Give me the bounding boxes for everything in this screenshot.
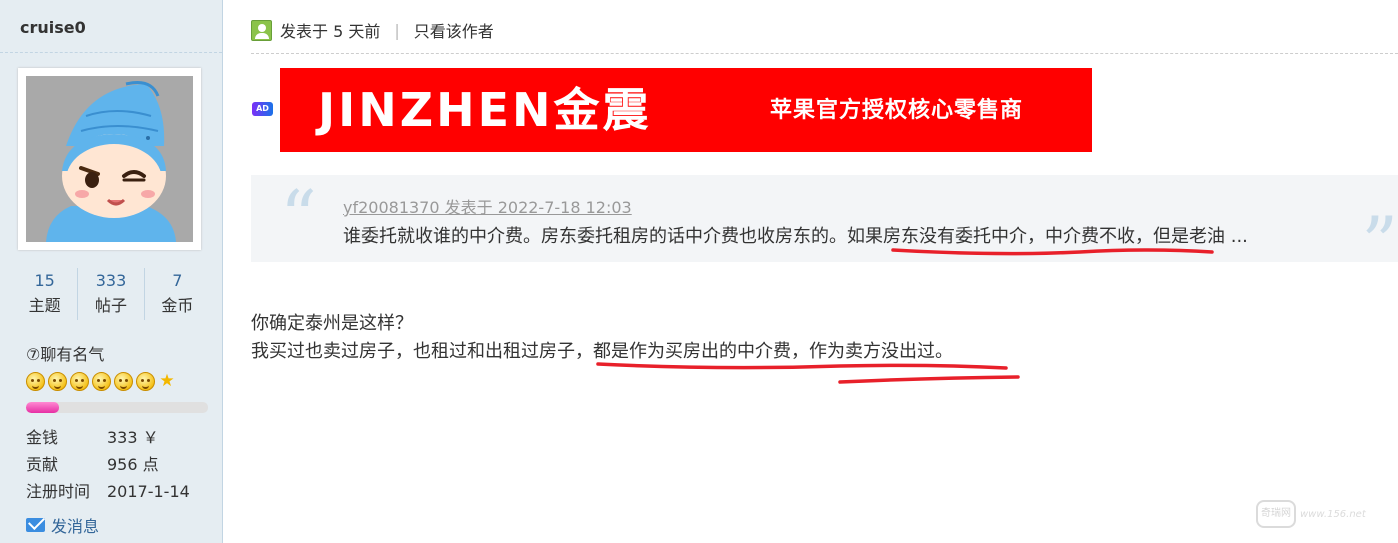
site-watermark: 奇瑞网 www.156.net (1256, 500, 1366, 528)
watermark-logo: 奇瑞网 (1256, 500, 1296, 528)
watermark-text: www.156.net (1300, 508, 1366, 520)
send-message-label: 发消息 (51, 517, 100, 536)
level-face-icon (70, 372, 89, 391)
stat-threads-label: 主题 (28, 296, 61, 315)
author-stats: 15 主题 333 帖子 7 金币 (12, 268, 210, 320)
stat-coins-value: 7 (172, 271, 183, 290)
info-row-contribution: 贡献 956 点 (26, 451, 190, 478)
sidebar-divider (0, 52, 222, 53)
ad-tagline: 苹果官方授权核心零售商 (770, 98, 1024, 123)
rank-prefix: ⑦ (26, 345, 41, 364)
level-progress-fill (26, 402, 59, 413)
ad-tag: AD (252, 102, 273, 116)
level-star-icon: ★ (159, 371, 175, 391)
stat-posts-label: 帖子 (94, 296, 127, 315)
user-rank[interactable]: ⑦聊有名气 (26, 341, 104, 365)
only-author-link[interactable]: 只看该作者 (414, 18, 494, 42)
author-info: 金钱 333 ￥ 贡献 956 点 注册时间 2017-1-14 (26, 424, 190, 505)
send-message-button[interactable]: 发消息 (26, 513, 99, 537)
info-key: 注册时间 (26, 482, 91, 501)
quote-meta[interactable]: yf20081370 发表于 2022-7-18 12:03 (343, 194, 632, 218)
annotation-underline (838, 375, 1020, 384)
rank-title: 聊有名气 (40, 345, 105, 364)
stat-coins-label: 金币 (161, 296, 194, 315)
quote-text: 谁委托就收谁的中介费。房东委托租房的话中介费也收房东的。如果房东没有委托中介，中… (343, 226, 1248, 247)
author-username[interactable]: cruise0 (20, 18, 86, 37)
info-key: 金钱 (26, 428, 59, 447)
post-header: 发表于 5 天前 | 只看该作者 (251, 18, 494, 42)
info-row-register-date: 注册时间 2017-1-14 (26, 478, 190, 505)
level-face-icon (48, 372, 67, 391)
post-line: 你确定泰州是这样？ (251, 313, 413, 334)
quote-block: “ yf20081370 发表于 2022-7-18 12:03 谁委托就收谁的… (251, 175, 1398, 283)
avatar-image (26, 76, 193, 242)
stat-threads-value: 15 (34, 271, 55, 290)
level-face-icon (114, 372, 133, 391)
ad-banner[interactable]: JINZHEN金震 苹果官方授权核心零售商 (280, 68, 1092, 152)
info-key: 贡献 (26, 455, 59, 474)
user-online-icon (251, 19, 272, 41)
mail-icon (26, 518, 45, 532)
stat-coins[interactable]: 7 金币 (145, 268, 210, 320)
close-quote-icon: ” (1361, 201, 1398, 285)
header-separator: | (394, 20, 400, 40)
post-line: 我买过也卖过房子，也租过和出租过房子，都是作为买房出的中介费，作为卖方没出过。 (251, 341, 953, 362)
level-face-icon (92, 372, 111, 391)
level-face-icon (26, 372, 45, 391)
open-quote-icon: “ (280, 175, 317, 259)
avatar[interactable] (18, 68, 201, 250)
header-divider (251, 53, 1398, 54)
level-face-icon (136, 372, 155, 391)
author-sidebar: cruise0 15 主题 333 帖子 7 金币 ⑦聊有名气 ★ 金钱 333… (0, 0, 223, 543)
info-value: 333 ￥ (107, 428, 159, 447)
post-body: 你确定泰州是这样？ 我买过也卖过房子，也租过和出租过房子，都是作为买房出的中介费… (251, 310, 953, 366)
level-icons: ★ (26, 372, 176, 394)
ad-brand: JINZHEN金震 (318, 83, 652, 137)
info-value: 956 点 (107, 455, 159, 474)
stat-threads[interactable]: 15 主题 (12, 268, 79, 320)
stat-posts-value: 333 (95, 271, 127, 290)
stat-posts[interactable]: 333 帖子 (78, 268, 145, 320)
post-time: 发表于 5 天前 (280, 22, 381, 41)
info-row-money: 金钱 333 ￥ (26, 424, 190, 451)
level-progress-bar (26, 402, 208, 413)
info-value: 2017-1-14 (107, 482, 190, 501)
